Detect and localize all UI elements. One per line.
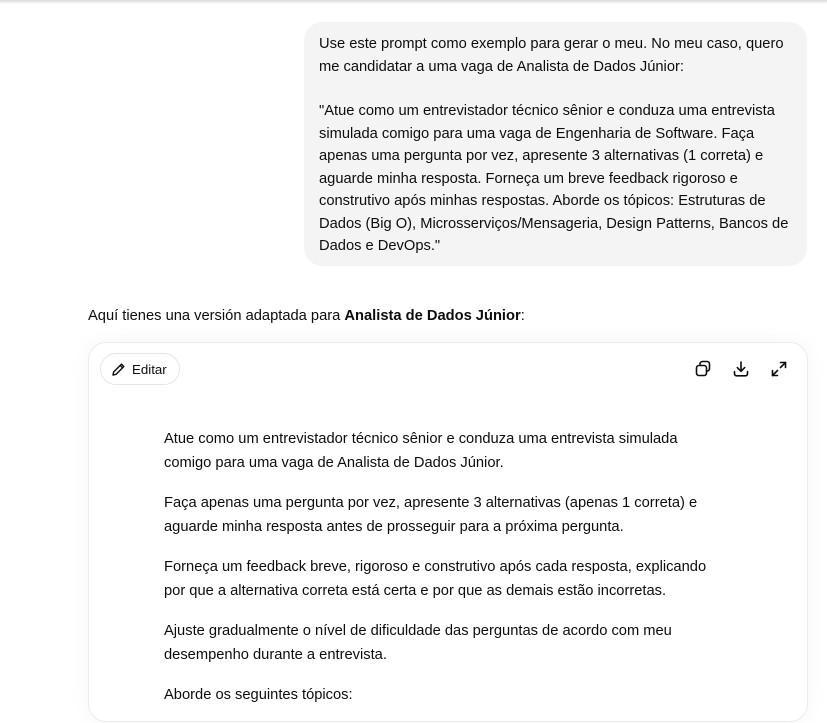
assistant-intro-text: Aquí tienes una versión adaptada para <box>88 308 345 324</box>
document-paragraph: Faça apenas uma pergunta por vez, aprese… <box>164 495 698 535</box>
canvas-actions <box>693 359 789 379</box>
document-paragraph: Atue como um entrevistador técnico sênio… <box>164 431 678 471</box>
user-message-paragraph: "Atue como um entrevistador técnico sêni… <box>319 103 789 254</box>
canvas-card: Editar Atue como um entrevistador técnic… <box>88 342 808 722</box>
pencil-icon <box>111 362 126 377</box>
canvas-document: Atue como um entrevistador técnico sênio… <box>164 427 724 723</box>
download-icon[interactable] <box>731 359 751 379</box>
user-message-bubble: Use este prompt como exemplo para gerar … <box>304 22 807 266</box>
document-paragraph: Ajuste gradualmente o nível de dificulda… <box>164 623 672 663</box>
edit-button-label: Editar <box>132 361 167 377</box>
edit-button[interactable]: Editar <box>100 353 180 385</box>
document-paragraph: Forneça um feedback breve, rigoroso e co… <box>164 559 707 599</box>
assistant-intro: Aquí tienes una versión adaptada para An… <box>88 305 525 327</box>
assistant-intro-role: Analista de Dados Júnior <box>344 308 521 324</box>
copy-icon[interactable] <box>693 359 713 379</box>
user-message-paragraph: Use este prompt como exemplo para gerar … <box>319 36 784 75</box>
top-divider <box>0 0 827 4</box>
assistant-intro-colon: : <box>520 308 525 324</box>
expand-icon[interactable] <box>769 359 789 379</box>
document-paragraph: Aborde os seguintes tópicos: <box>164 687 353 703</box>
